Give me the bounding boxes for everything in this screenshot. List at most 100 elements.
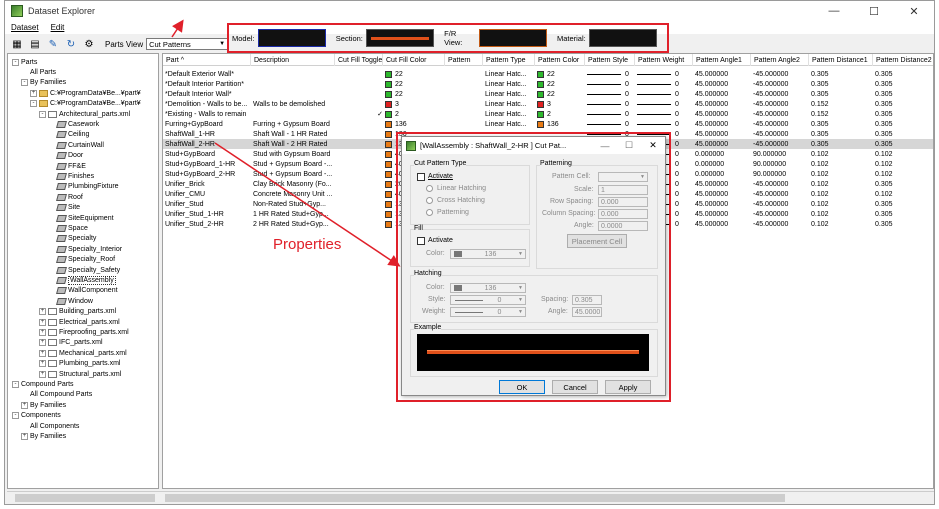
table-cell[interactable]: -45.000000: [751, 179, 809, 189]
table-cell[interactable]: [335, 189, 383, 199]
table-cell[interactable]: [335, 149, 383, 159]
tree-item[interactable]: Ceiling: [48, 130, 89, 140]
table-cell[interactable]: 1 HR Rated Stud+Gyp...: [251, 209, 335, 219]
table-cell[interactable]: -45.000000: [751, 139, 809, 149]
table-cell[interactable]: 2: [535, 109, 585, 119]
column-header[interactable]: Pattern Type: [483, 54, 535, 66]
column-header[interactable]: Pattern Style: [585, 54, 635, 66]
table-cell[interactable]: [335, 219, 383, 229]
tree-item[interactable]: - Components: [12, 411, 61, 421]
tree-item[interactable]: All Parts: [21, 67, 56, 77]
table-cell[interactable]: 0: [585, 109, 635, 119]
tree-item[interactable]: All Components: [21, 421, 79, 431]
tree-item[interactable]: - By Families: [21, 78, 66, 88]
hatch-spacing-input[interactable]: 0.305: [572, 295, 602, 305]
table-cell[interactable]: Shaft Wall - 2 HR Rated: [251, 139, 335, 149]
table-cell[interactable]: 0.102: [809, 179, 873, 189]
table-cell[interactable]: 0.000000: [693, 159, 751, 169]
table-cell[interactable]: [335, 69, 383, 79]
table-cell[interactable]: 0: [585, 89, 635, 99]
table-cell[interactable]: [445, 69, 483, 79]
table-cell[interactable]: Stud+GypBoard_2-HR: [163, 169, 251, 179]
grid-scroll-thumb[interactable]: [165, 494, 785, 502]
tree-item[interactable]: + By Families: [21, 400, 66, 410]
table-cell[interactable]: Linear Hatc...: [483, 109, 535, 119]
table-cell[interactable]: 0.102: [809, 169, 873, 179]
table-cell[interactable]: 0.305: [809, 119, 873, 129]
collapse-icon[interactable]: -: [39, 110, 46, 118]
table-cell[interactable]: -45.000000: [751, 189, 809, 199]
menu-edit[interactable]: Edit: [51, 23, 65, 32]
table-cell[interactable]: Walls to be demolished: [251, 99, 335, 109]
table-cell[interactable]: 0.305: [873, 99, 933, 109]
table-cell[interactable]: 0.102: [809, 199, 873, 209]
table-cell[interactable]: [335, 139, 383, 149]
table-cell[interactable]: [335, 159, 383, 169]
table-cell[interactable]: *Default Interior Wall*: [163, 89, 251, 99]
table-cell[interactable]: 45.000000: [693, 199, 751, 209]
minimize-button[interactable]: —: [814, 1, 854, 21]
hatch-color-select[interactable]: 136 ▼: [450, 283, 526, 293]
cross-hatching-radio[interactable]: [426, 197, 433, 204]
tree-item[interactable]: + Building_parts.xml: [39, 307, 116, 317]
table-cell[interactable]: 0.102: [873, 159, 933, 169]
table-cell[interactable]: Stud + Gypsum Board -...: [251, 159, 335, 169]
table-cell[interactable]: 136: [535, 119, 585, 129]
table-cell[interactable]: 0.305: [873, 69, 933, 79]
tree-item[interactable]: Specialty_Safety: [48, 265, 120, 275]
column-header[interactable]: Pattern Weight: [635, 54, 693, 66]
table-row[interactable]: *Existing - Walls to remain ✓ 2 Linear Hatc…: [163, 109, 933, 119]
table-cell[interactable]: Stud with Gypsum Board: [251, 149, 335, 159]
tree-item[interactable]: - Architectural_parts.xml: [39, 109, 130, 119]
table-cell[interactable]: 90.000000: [751, 149, 809, 159]
table-cell[interactable]: -45.000000: [751, 209, 809, 219]
tree-item[interactable]: Site: [48, 203, 80, 213]
table-cell[interactable]: Unifier_Stud_1-HR: [163, 209, 251, 219]
column-header[interactable]: Pattern Color: [535, 54, 585, 66]
table-cell[interactable]: Clay Brick Masonry (Fo...: [251, 179, 335, 189]
table-cell[interactable]: 0: [635, 69, 693, 79]
table-cell[interactable]: -45.000000: [751, 69, 809, 79]
table-cell[interactable]: [251, 69, 335, 79]
collapse-icon[interactable]: -: [30, 100, 37, 108]
horizontal-scrollbar[interactable]: [7, 491, 934, 503]
books-icon[interactable]: ▤: [27, 37, 43, 51]
table-cell[interactable]: 0: [635, 89, 693, 99]
table-cell[interactable]: 3: [383, 99, 445, 109]
edit-icon[interactable]: ✎: [45, 37, 61, 51]
expand-icon[interactable]: +: [39, 360, 46, 368]
patterning-radio[interactable]: [426, 209, 433, 216]
table-cell[interactable]: Shaft Wall - 1 HR Rated: [251, 129, 335, 139]
table-cell[interactable]: 0.102: [809, 189, 873, 199]
table-cell[interactable]: 0: [635, 99, 693, 109]
ok-button[interactable]: OK: [499, 380, 545, 394]
table-cell[interactable]: 0.102: [809, 209, 873, 219]
hatch-style-select[interactable]: 0 ▼: [450, 295, 526, 305]
table-cell[interactable]: ShaftWall_1-HR: [163, 129, 251, 139]
maximize-button[interactable]: ☐: [854, 1, 894, 21]
tree-item[interactable]: PlumbingFixture: [48, 182, 119, 192]
hatch-weight-select[interactable]: 0 ▼: [450, 307, 526, 317]
table-cell[interactable]: Concrete Masonry Unit ...: [251, 189, 335, 199]
tree-item[interactable]: + C:¥ProgramData¥Be...¥part¥: [30, 88, 141, 98]
table-cell[interactable]: [445, 119, 483, 129]
placement-cell-button[interactable]: Placement Cell: [567, 234, 627, 248]
table-cell[interactable]: [251, 79, 335, 89]
column-header[interactable]: Description: [251, 54, 335, 66]
table-cell[interactable]: 45.000000: [693, 119, 751, 129]
tree-item[interactable]: WallComponent: [48, 286, 118, 296]
tree-item[interactable]: + Electrical_parts.xml: [39, 317, 120, 327]
table-cell[interactable]: 90.000000: [751, 159, 809, 169]
tree-item[interactable]: Window: [48, 296, 93, 306]
tree-item[interactable]: + By Families: [21, 431, 66, 441]
tree-item[interactable]: + IFC_parts.xml: [39, 338, 103, 348]
table-cell[interactable]: 0.305: [809, 129, 873, 139]
table-cell[interactable]: ShaftWall_2-HR: [163, 139, 251, 149]
expand-icon[interactable]: +: [21, 401, 28, 409]
table-cell[interactable]: 45.000000: [693, 209, 751, 219]
tree-item[interactable]: CurtainWall: [48, 140, 104, 150]
table-cell[interactable]: 0.102: [873, 149, 933, 159]
table-cell[interactable]: 0.152: [809, 109, 873, 119]
table-cell[interactable]: 0: [635, 79, 693, 89]
table-cell[interactable]: [335, 209, 383, 219]
